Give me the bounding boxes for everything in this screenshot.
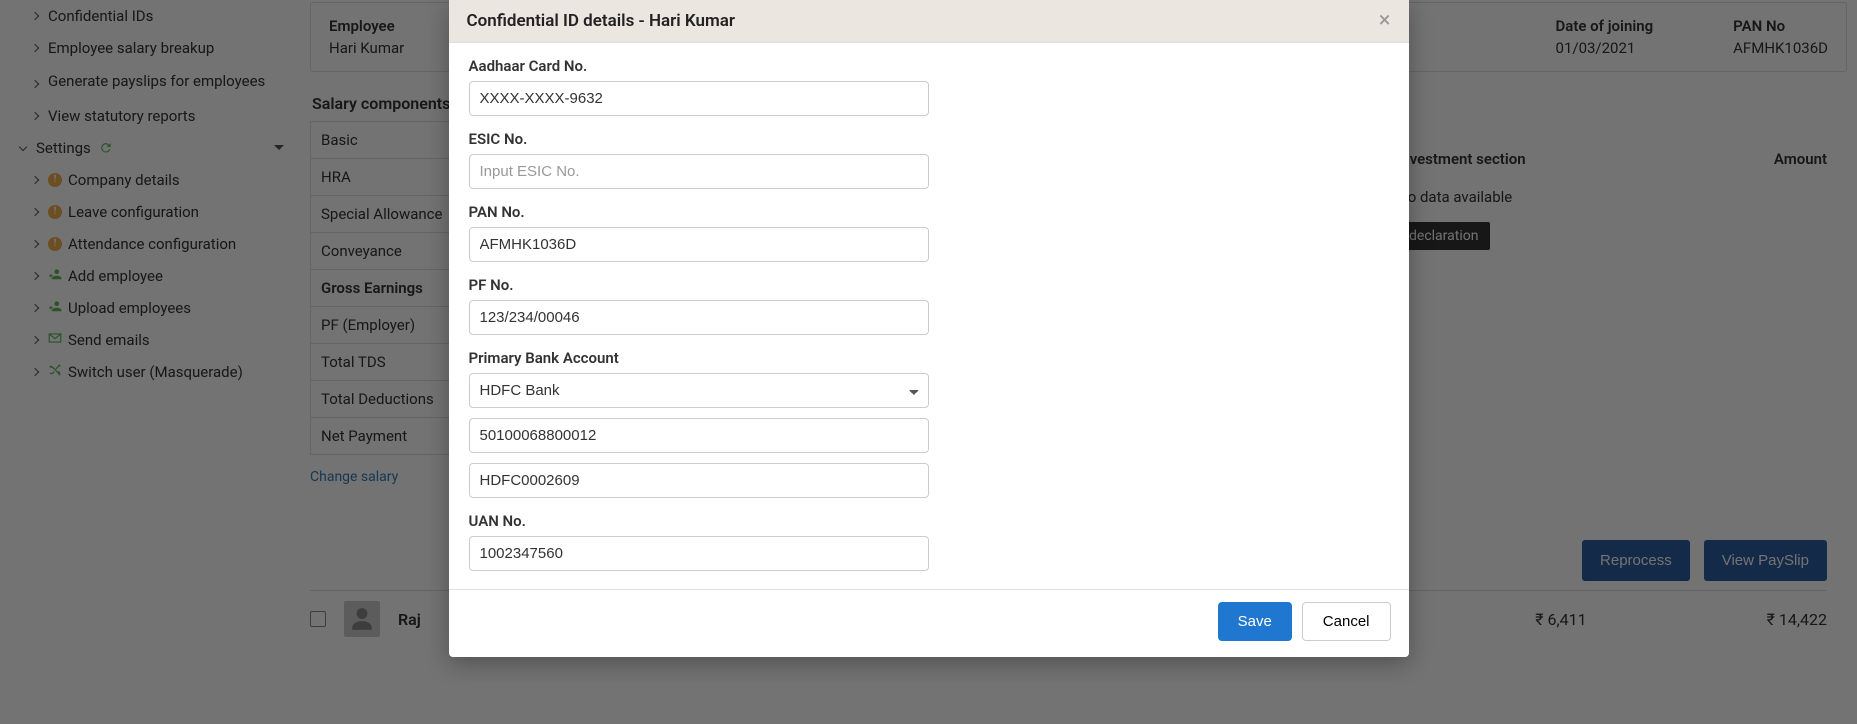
cancel-button[interactable]: Cancel: [1302, 602, 1391, 641]
close-icon[interactable]: ×: [1379, 10, 1391, 32]
pan-input[interactable]: [469, 227, 929, 262]
aadhaar-label: Aadhaar Card No.: [469, 57, 1389, 75]
uan-input[interactable]: [469, 536, 929, 571]
pf-label: PF No.: [469, 276, 1389, 294]
bank-select[interactable]: HDFC Bank: [469, 373, 929, 408]
esic-label: ESIC No.: [469, 130, 1389, 148]
modal-title: Confidential ID details - Hari Kumar: [467, 11, 736, 31]
confidential-id-modal: Confidential ID details - Hari Kumar × A…: [449, 0, 1409, 657]
bank-ifsc-input[interactable]: [469, 463, 929, 498]
pan-input-label: PAN No.: [469, 203, 1389, 221]
aadhaar-input[interactable]: [469, 81, 929, 116]
pf-input[interactable]: [469, 300, 929, 335]
bank-account-input[interactable]: [469, 418, 929, 453]
save-button[interactable]: Save: [1218, 602, 1292, 641]
bank-label: Primary Bank Account: [469, 349, 1389, 367]
esic-input[interactable]: [469, 154, 929, 189]
uan-label: UAN No.: [469, 512, 1389, 530]
